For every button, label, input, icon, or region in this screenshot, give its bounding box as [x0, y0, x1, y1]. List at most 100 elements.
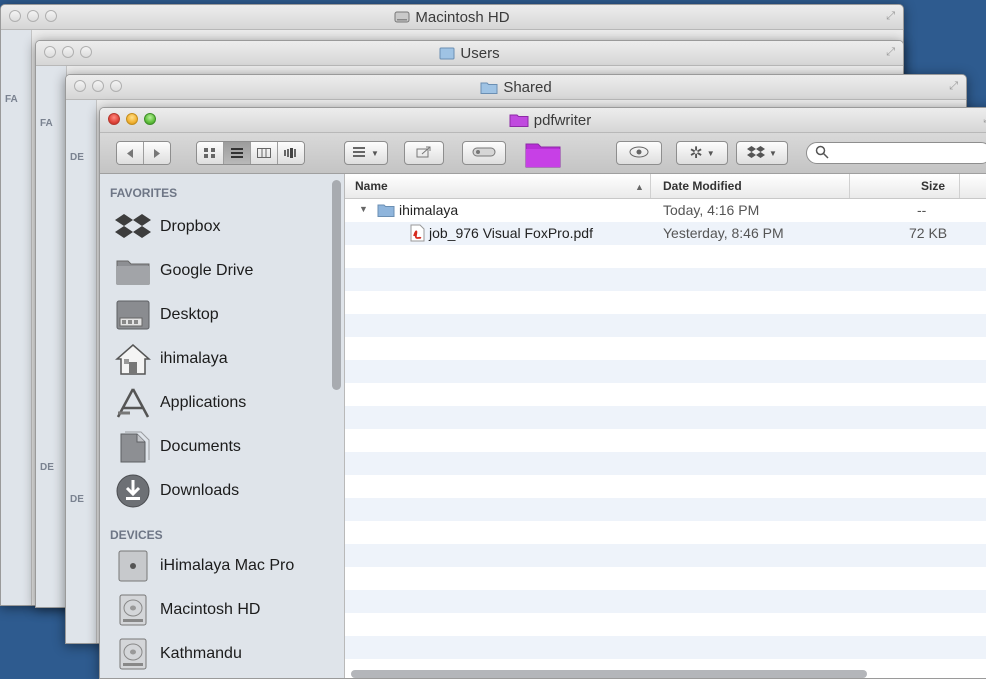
view-mode-control	[196, 141, 305, 165]
tags-button[interactable]	[462, 141, 506, 165]
tags-icon	[472, 147, 496, 160]
list-row-file[interactable]: job_976 Visual FoxPro.pdf Yesterday, 8:4…	[345, 222, 986, 245]
list-rows: ▼ ihimalaya Today, 4:16 PM -- job_976 Vi…	[345, 199, 986, 678]
window-titlebar[interactable]: Macintosh HD ⤢	[1, 5, 903, 30]
back-forward-control	[116, 141, 171, 165]
sidebar: FA	[1, 30, 32, 605]
window-title: Shared	[503, 79, 552, 96]
quicklook-button[interactable]	[616, 141, 662, 165]
sidebar-item-macintosh-hd[interactable]: Macintosh HD	[114, 590, 334, 630]
window-titlebar[interactable]: Shared ⤢	[66, 75, 966, 100]
folder-color-icon[interactable]	[524, 138, 562, 173]
sidebar-item-documents[interactable]: Documents	[114, 427, 334, 467]
fullscreen-icon[interactable]: ⤢	[886, 46, 895, 59]
sidebar: FA DE	[36, 66, 67, 607]
chevron-down-icon: ▼	[706, 148, 715, 158]
action-button[interactable]: ✲ ▼	[676, 141, 728, 165]
sidebar-section-label: DE	[40, 462, 54, 473]
window-title: Macintosh HD	[415, 9, 510, 26]
window-title: pdfwriter	[533, 112, 592, 129]
row-size: --	[917, 202, 927, 218]
dropbox-icon	[114, 209, 152, 245]
dropbox-icon	[747, 145, 766, 162]
chevron-down-icon: ▼	[371, 148, 379, 158]
list-row-folder[interactable]: ▼ ihimalaya Today, 4:16 PM --	[345, 199, 986, 222]
users-folder-icon	[439, 46, 455, 64]
window-titlebar[interactable]: Users ⤢	[36, 41, 903, 66]
sidebar-item-label: Applications	[160, 394, 247, 411]
toolbar: ▼ ✲ ▼ ▼	[100, 133, 986, 174]
folder-icon	[114, 253, 152, 289]
mac-pro-icon	[114, 548, 152, 584]
disclosure-triangle-icon[interactable]: ▼	[359, 204, 368, 214]
file-list: Name ▲ Date Modified Size ▼ ihimalaya To…	[345, 174, 986, 678]
window-title: Users	[460, 45, 500, 62]
sidebar-item-label: Documents	[160, 438, 241, 455]
gear-icon: ✲	[689, 145, 703, 162]
sidebar-item-label: Dropbox	[160, 218, 221, 235]
row-name: job_976 Visual FoxPro.pdf	[429, 225, 593, 241]
documents-icon	[114, 429, 152, 465]
fullscreen-icon[interactable]: ⤢	[949, 80, 958, 93]
sidebar-item-mac-pro[interactable]: iHimalaya Mac Pro	[114, 546, 334, 586]
sidebar-section-label: FA	[5, 94, 18, 105]
sidebar-item-label: Kathmandu	[160, 645, 242, 662]
sidebar-item-kathmandu[interactable]: Kathmandu	[114, 634, 334, 674]
sort-ascending-icon: ▲	[635, 182, 644, 192]
row-name: ihimalaya	[399, 202, 459, 218]
sidebar-item-downloads[interactable]: Downloads	[114, 471, 334, 511]
column-date-modified[interactable]: Date Modified	[663, 179, 742, 193]
folder-icon	[480, 80, 498, 98]
folder-icon	[509, 112, 529, 131]
finder-window: pdfwriter ⤢ ▼ ✲	[99, 107, 986, 679]
magnifier-icon	[815, 145, 829, 164]
sidebar-item-google-drive[interactable]: Google Drive	[114, 251, 334, 291]
eye-icon	[629, 146, 649, 161]
applications-icon	[114, 385, 152, 421]
fullscreen-icon[interactable]: ⤢	[886, 10, 895, 23]
favorites-heading: FAVORITES	[110, 186, 178, 200]
hard-disk-icon	[394, 10, 410, 28]
column-name[interactable]: Name	[355, 179, 388, 193]
column-size[interactable]: Size	[921, 179, 945, 193]
sidebar-section-label: DE	[70, 152, 84, 163]
sidebar-item-ihimalaya[interactable]: ihimalaya	[114, 339, 334, 379]
sidebar-item-label: iHimalaya Mac Pro	[160, 557, 295, 574]
back-arrow-icon[interactable]	[117, 142, 144, 164]
sidebar-section-label: DE	[70, 494, 84, 505]
devices-heading: DEVICES	[110, 528, 163, 542]
arrange-button[interactable]: ▼	[344, 141, 388, 165]
cover-flow-view-button[interactable]	[278, 142, 304, 164]
share-icon	[416, 146, 432, 161]
sidebar-item-label: Desktop	[160, 306, 219, 323]
chevron-down-icon: ▼	[769, 148, 777, 158]
hard-disk-icon	[114, 592, 152, 628]
sidebar-item-applications[interactable]: Applications	[114, 383, 334, 423]
sidebar-item-label: Macintosh HD	[160, 601, 261, 618]
sidebar: DE DE	[66, 100, 97, 643]
list-view-button[interactable]	[224, 142, 251, 164]
row-date: Yesterday, 8:46 PM	[663, 225, 784, 241]
folder-icon	[377, 203, 395, 220]
column-view-button[interactable]	[251, 142, 278, 164]
sidebar-item-label: Downloads	[160, 482, 240, 499]
window-titlebar[interactable]: pdfwriter ⤢	[100, 108, 986, 133]
sidebar-item-label: Google Drive	[160, 262, 254, 279]
sidebar-item-dropbox[interactable]: Dropbox	[114, 207, 334, 247]
share-button[interactable]	[404, 141, 444, 165]
arrange-menu-icon	[353, 146, 367, 160]
list-header: Name ▲ Date Modified Size	[345, 174, 986, 199]
search-field[interactable]	[806, 142, 986, 164]
dropbox-button[interactable]: ▼	[736, 141, 788, 165]
horizontal-scrollbar[interactable]	[351, 670, 867, 678]
sidebar: FAVORITES Dropbox Google Drive Desktop i…	[100, 174, 345, 678]
sidebar-item-label: ihimalaya	[160, 350, 228, 367]
forward-arrow-icon[interactable]	[144, 142, 170, 164]
hard-disk-icon	[114, 636, 152, 672]
sidebar-item-desktop[interactable]: Desktop	[114, 295, 334, 335]
icon-view-button[interactable]	[197, 142, 224, 164]
sidebar-section-label: FA	[40, 118, 53, 129]
pdf-file-icon	[409, 224, 425, 245]
downloads-icon	[114, 473, 152, 509]
desktop-icon	[114, 297, 152, 333]
